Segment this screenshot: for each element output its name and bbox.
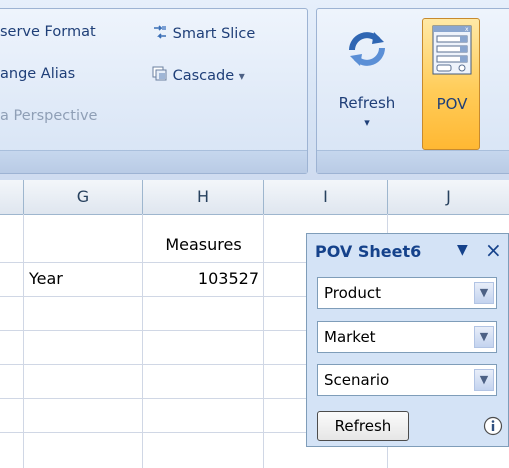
data-perspective-label: a Perspective [0,108,98,124]
pov-panel: POV Sheet6 ▼ × Product ▼ Market ▼ Scenar… [306,233,509,447]
refresh-ribbon-button[interactable]: Refresh ▾ [324,18,410,150]
refresh-icon [349,32,385,66]
pov-panel-title: POV Sheet6 [315,242,422,261]
preserve-format-label: serve Format [0,24,96,40]
chevron-down-icon[interactable]: ▼ [474,369,494,391]
preserve-format-button[interactable]: serve Format [0,24,96,40]
column-header-h[interactable]: H [143,180,264,214]
pov-product-select[interactable]: Product ▼ [317,277,497,309]
pov-panel-menu-icon[interactable]: ▼ [457,242,468,258]
change-alias-label: ange Alias [0,66,76,82]
cascade-dropdown-arrow: ▾ [238,69,245,83]
close-icon[interactable]: × [485,238,502,262]
refresh-ribbon-label: Refresh [338,94,396,112]
smart-slice-label: Smart Slice [172,26,256,42]
cell-h-row1[interactable]: Measures [143,228,264,262]
pov-icon: x [432,25,472,75]
cascade-icon [152,66,167,81]
chevron-down-icon[interactable]: ▼ [474,282,494,304]
ribbon: serve Format ange Alias a Perspective Sm… [0,0,509,180]
pov-market-value: Market [324,328,376,346]
data-perspective-button[interactable]: a Perspective [0,108,97,124]
column-header-i[interactable]: I [264,180,388,214]
pov-market-select[interactable]: Market ▼ [317,321,497,353]
pov-scenario-value: Scenario [324,371,390,389]
pov-ribbon-button[interactable]: x POV [422,18,480,150]
column-header-g[interactable]: G [24,180,143,214]
cascade-button[interactable]: Cascade ▾ [152,66,245,84]
cell-h-row2[interactable]: 103527 [143,262,264,296]
smart-slice-button[interactable]: Smart Slice [152,24,255,42]
pov-product-value: Product [324,284,381,302]
cascade-label: Cascade [172,68,235,84]
info-icon[interactable] [483,416,503,436]
pov-refresh-button[interactable]: Refresh [317,411,409,441]
svg-text:x: x [465,26,469,33]
change-alias-button[interactable]: ange Alias [0,66,75,82]
cell-g-row1[interactable] [24,228,143,262]
chevron-down-icon[interactable]: ▼ [474,326,494,348]
column-header-row: G H I J [0,180,509,215]
column-header-f[interactable] [0,180,24,214]
ribbon-group-footer [0,150,307,173]
cell-g-row2[interactable]: Year [24,262,143,296]
ribbon-group-footer [317,150,509,173]
pov-scenario-select[interactable]: Scenario ▼ [317,364,497,396]
smart-slice-icon [154,25,166,39]
column-header-j[interactable]: J [388,180,509,214]
pov-ribbon-label: POV [436,95,468,113]
refresh-dropdown-arrow: ▾ [364,116,370,129]
